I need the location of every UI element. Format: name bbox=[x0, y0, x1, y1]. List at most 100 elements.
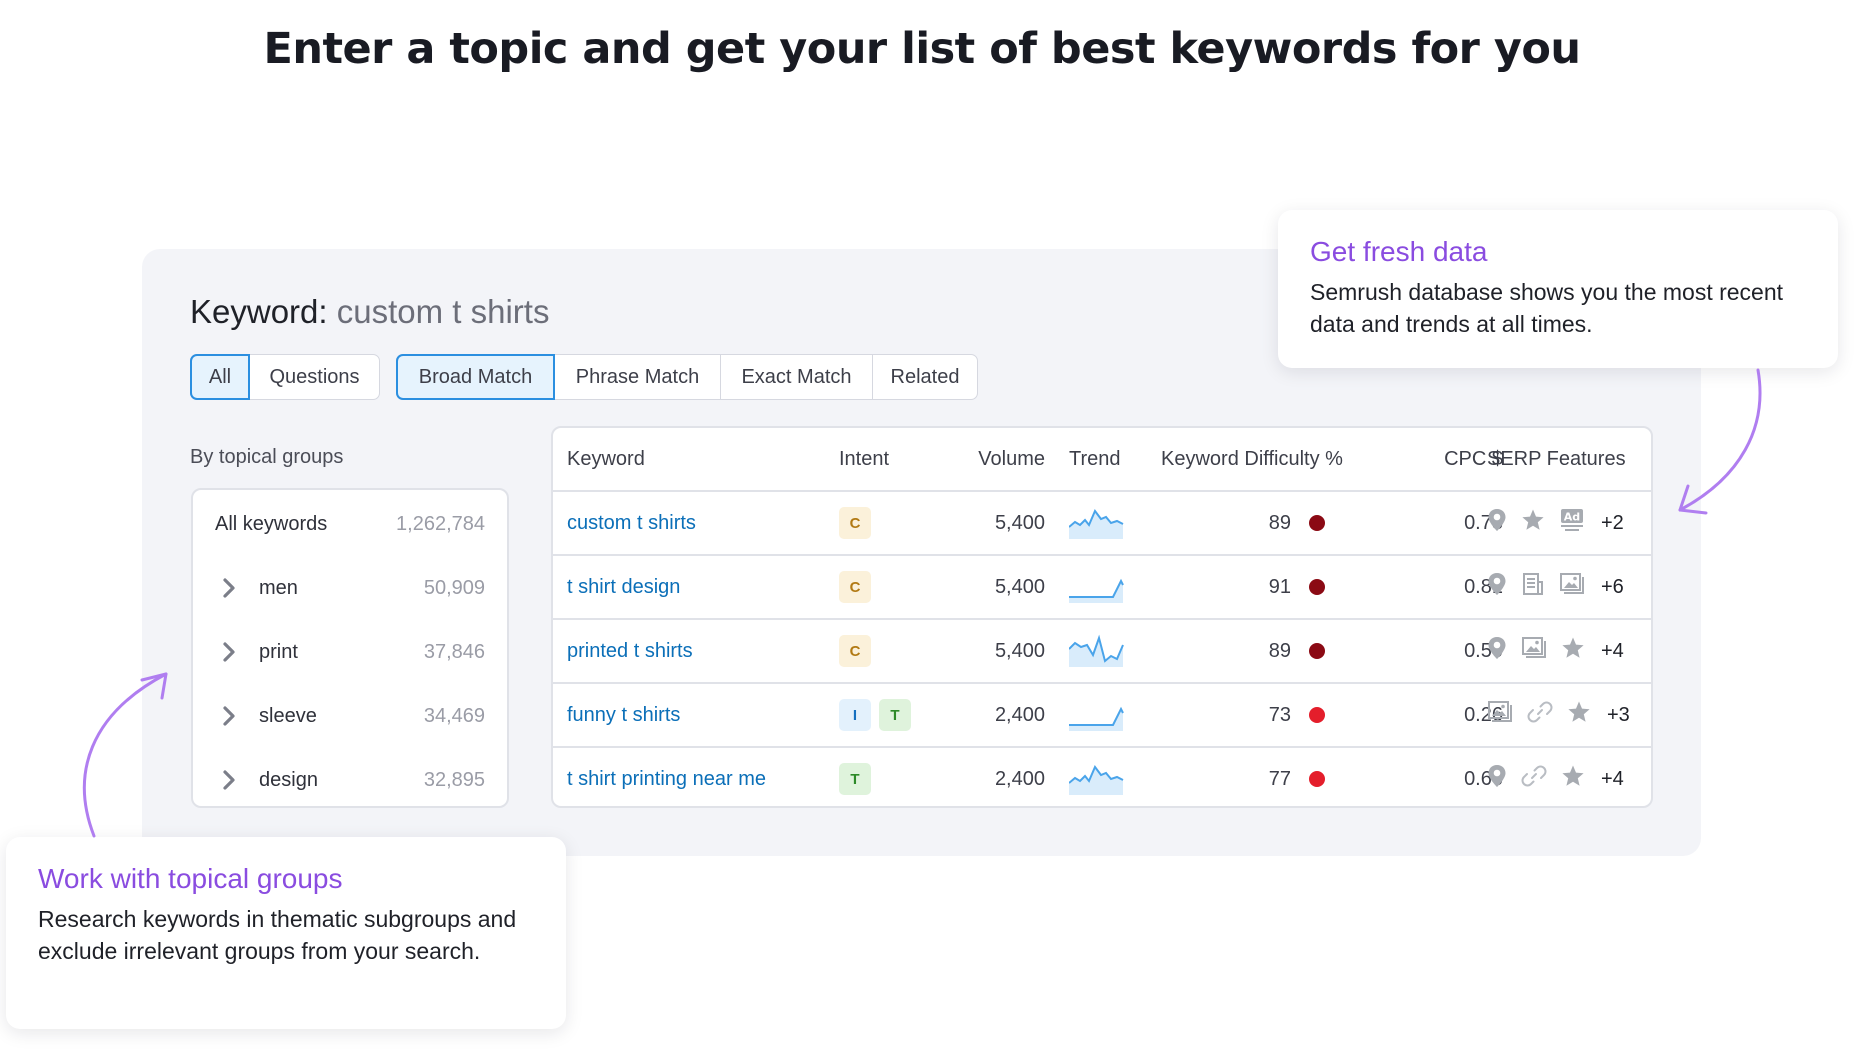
hero-title: Enter a topic and get your list of best … bbox=[263, 24, 1581, 74]
header-intent[interactable]: Intent bbox=[839, 428, 889, 490]
intent-badge-c[interactable]: C bbox=[839, 571, 871, 603]
table-row: funny t shirts IT 2,400 73 0.26 +3 bbox=[553, 682, 1651, 746]
header-serp-features[interactable]: SERP Features bbox=[1487, 428, 1626, 490]
serp-more-count[interactable]: +4 bbox=[1601, 640, 1624, 663]
keywords-table: Keyword Intent Volume Trend Keyword Diff… bbox=[551, 426, 1653, 808]
ad-icon[interactable]: Ad bbox=[1559, 508, 1585, 538]
keyword-link[interactable]: funny t shirts bbox=[567, 684, 680, 746]
intent-cell: C bbox=[839, 556, 879, 618]
kd-value: 73 bbox=[1268, 703, 1291, 726]
serp-more-count[interactable]: +6 bbox=[1601, 576, 1624, 599]
header-volume[interactable]: Volume bbox=[923, 428, 1045, 490]
keyword-link[interactable]: printed t shirts bbox=[567, 620, 693, 682]
intent-cell: T bbox=[839, 748, 879, 806]
intent-cell: C bbox=[839, 492, 879, 554]
chevron-right-icon[interactable] bbox=[221, 705, 249, 727]
pin-icon[interactable] bbox=[1487, 572, 1507, 602]
image-icon[interactable] bbox=[1559, 572, 1585, 602]
serp-more-count[interactable]: +4 bbox=[1601, 768, 1624, 791]
table-row: printed t shirts C 5,400 89 0.50 +4 bbox=[553, 618, 1651, 682]
tab-all[interactable]: All bbox=[190, 354, 250, 400]
kd-indicator-dot bbox=[1309, 643, 1325, 659]
kd-value: 89 bbox=[1268, 639, 1291, 662]
tab-related[interactable]: Related bbox=[872, 355, 977, 399]
pin-icon[interactable] bbox=[1487, 636, 1507, 666]
group-name: men bbox=[259, 576, 298, 599]
group-item-design[interactable]: design 32,895 bbox=[215, 760, 485, 800]
callout-fresh-data: Get fresh data Semrush database shows yo… bbox=[1278, 210, 1838, 368]
kd-indicator-dot bbox=[1309, 515, 1325, 531]
volume-cell: 5,400 bbox=[994, 511, 1045, 534]
scope-tabs: All Questions bbox=[190, 354, 380, 400]
intent-cell: IT bbox=[839, 684, 919, 746]
serp-features-cell: +6 bbox=[1487, 556, 1624, 618]
kd-indicator-dot bbox=[1309, 707, 1325, 723]
group-count: 50,909 bbox=[423, 576, 485, 599]
kd-indicator-dot bbox=[1309, 579, 1325, 595]
group-item-print[interactable]: print 37,846 bbox=[215, 632, 485, 672]
trend-sparkline bbox=[1069, 634, 1124, 667]
link-icon[interactable] bbox=[1521, 763, 1547, 795]
kd-value: 77 bbox=[1268, 767, 1291, 790]
kd-cell: 89 bbox=[1161, 620, 1325, 682]
intent-cell: C bbox=[839, 620, 879, 682]
groups-label: By topical groups bbox=[190, 446, 344, 468]
chevron-right-icon[interactable] bbox=[221, 769, 249, 791]
keyword-value: custom t shirts bbox=[336, 293, 550, 330]
group-count: 1,262,784 bbox=[396, 512, 485, 535]
tab-exact-match[interactable]: Exact Match bbox=[720, 355, 872, 399]
star-icon[interactable] bbox=[1521, 508, 1545, 538]
pin-icon[interactable] bbox=[1487, 508, 1507, 538]
intent-badge-i[interactable]: I bbox=[839, 699, 871, 731]
header-trend[interactable]: Trend bbox=[1069, 428, 1121, 490]
chevron-right-icon[interactable] bbox=[221, 577, 249, 599]
tab-phrase-match[interactable]: Phrase Match bbox=[554, 355, 720, 399]
news-icon[interactable] bbox=[1521, 572, 1545, 602]
header-keyword-difficulty[interactable]: Keyword Difficulty % bbox=[1161, 428, 1343, 490]
trend-sparkline bbox=[1069, 765, 1124, 795]
topical-groups-list: All keywords 1,262,784 men 50,909 print … bbox=[191, 488, 509, 808]
keyword-link[interactable]: t shirt printing near me bbox=[567, 748, 766, 806]
kd-value: 89 bbox=[1268, 511, 1291, 534]
volume-cell: 5,400 bbox=[994, 639, 1045, 662]
serp-features-cell: +3 bbox=[1487, 684, 1630, 746]
star-icon[interactable] bbox=[1561, 636, 1585, 666]
chevron-right-icon[interactable] bbox=[221, 641, 249, 663]
pin-icon[interactable] bbox=[1487, 764, 1507, 794]
group-item-men[interactable]: men 50,909 bbox=[215, 568, 485, 608]
trend-sparkline bbox=[1069, 706, 1124, 731]
intent-badge-t[interactable]: T bbox=[839, 763, 871, 795]
intent-badge-c[interactable]: C bbox=[839, 507, 871, 539]
callout-text: Semrush database shows you the most rece… bbox=[1310, 279, 1784, 337]
link-icon[interactable] bbox=[1527, 699, 1553, 731]
volume-cell: 2,400 bbox=[994, 703, 1045, 726]
serp-more-count[interactable]: +2 bbox=[1601, 512, 1624, 535]
trend-cell bbox=[1069, 556, 1125, 618]
intent-badge-t[interactable]: T bbox=[879, 699, 911, 731]
group-name: print bbox=[259, 640, 298, 663]
star-icon[interactable] bbox=[1561, 764, 1585, 794]
trend-cell bbox=[1069, 620, 1125, 682]
tab-questions[interactable]: Questions bbox=[249, 355, 379, 399]
match-tabs: Broad Match Phrase Match Exact Match Rel… bbox=[396, 354, 978, 400]
volume-cell: 5,400 bbox=[994, 575, 1045, 598]
image-icon[interactable] bbox=[1487, 700, 1513, 730]
kd-value: 91 bbox=[1268, 575, 1291, 598]
serp-more-count[interactable]: +3 bbox=[1607, 704, 1630, 727]
group-all-keywords[interactable]: All keywords 1,262,784 bbox=[215, 504, 485, 544]
svg-text:Ad: Ad bbox=[1564, 511, 1580, 524]
image-icon[interactable] bbox=[1521, 636, 1547, 666]
table-row: t shirt design C 5,400 91 0.81 +6 bbox=[553, 554, 1651, 618]
star-icon[interactable] bbox=[1567, 700, 1591, 730]
group-count: 34,469 bbox=[423, 704, 485, 727]
trend-sparkline bbox=[1069, 578, 1124, 603]
group-count: 37,846 bbox=[423, 640, 485, 663]
keyword-heading: Keyword: custom t shirts bbox=[190, 293, 549, 331]
kd-cell: 77 bbox=[1161, 748, 1325, 806]
header-keyword[interactable]: Keyword bbox=[567, 428, 645, 490]
keyword-link[interactable]: custom t shirts bbox=[567, 492, 696, 554]
intent-badge-c[interactable]: C bbox=[839, 635, 871, 667]
group-item-sleeve[interactable]: sleeve 34,469 bbox=[215, 696, 485, 736]
keyword-link[interactable]: t shirt design bbox=[567, 556, 680, 618]
tab-broad-match[interactable]: Broad Match bbox=[396, 354, 555, 400]
